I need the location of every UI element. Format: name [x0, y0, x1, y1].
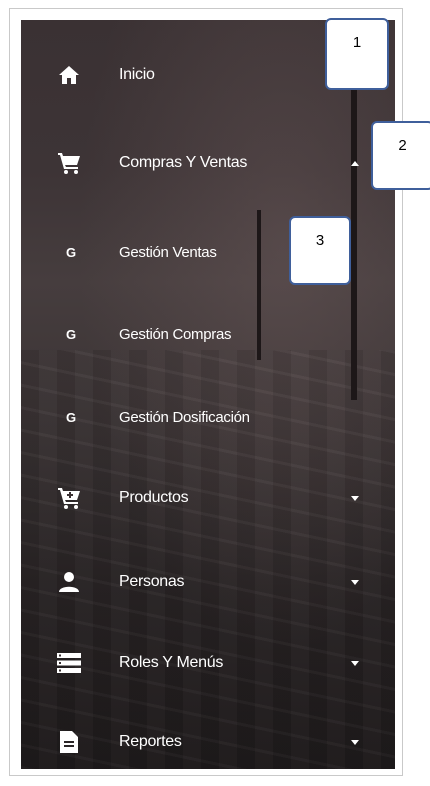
callout-number: 1: [352, 34, 362, 51]
callout-number: 2: [398, 137, 407, 154]
person-icon: [57, 570, 81, 594]
menu-item-reportes[interactable]: Reportes: [21, 717, 395, 767]
chevron-down-icon[interactable]: [351, 739, 359, 745]
submenu-item-label: Gestión Ventas: [119, 243, 217, 261]
menu-item-label: Productos: [119, 489, 189, 506]
submenu-letter: G: [66, 409, 77, 425]
callout-badge-3: 3: [289, 216, 351, 285]
chevron-down-icon[interactable]: [351, 579, 359, 585]
menu-item-label: Inicio: [119, 66, 155, 83]
menu-item-roles-menus[interactable]: Roles Y Menús: [21, 638, 395, 688]
submenu-letter: G: [66, 244, 77, 260]
chevron-down-icon[interactable]: [351, 660, 359, 666]
chevron-down-icon[interactable]: [351, 495, 359, 501]
submenu-item-gestion-dosificacion[interactable]: G Gestión Dosificación: [21, 392, 395, 442]
callout-number: 3: [315, 232, 325, 249]
menu-item-label: Compras Y Ventas: [119, 154, 248, 171]
home-icon: [57, 63, 81, 87]
menu-item-label: Roles Y Menús: [119, 654, 224, 671]
menu-item-personas[interactable]: Personas: [21, 557, 395, 607]
cart-plus-icon: [57, 486, 81, 510]
submenu-item-gestion-compras[interactable]: G Gestión Compras: [21, 309, 395, 359]
list-icon: [57, 651, 81, 675]
sidebar-menu: Inicio Compras Y Ventas G Gestión Ventas…: [21, 20, 395, 769]
menu-item-compras-ventas[interactable]: Compras Y Ventas: [21, 138, 395, 188]
document-icon: [57, 730, 81, 754]
menu-item-label: Reportes: [119, 733, 182, 750]
submenu-item-label: Gestión Compras: [119, 325, 232, 343]
chevron-up-icon[interactable]: [351, 160, 359, 166]
callout-badge-1: 1: [325, 18, 389, 90]
menu-item-productos[interactable]: Productos: [21, 473, 395, 523]
menu-item-label: Personas: [119, 573, 185, 590]
submenu-letter: G: [66, 326, 77, 342]
callout-badge-2: 2: [371, 121, 430, 190]
submenu-item-label: Gestión Dosificación: [119, 408, 250, 426]
cart-icon: [57, 151, 81, 175]
